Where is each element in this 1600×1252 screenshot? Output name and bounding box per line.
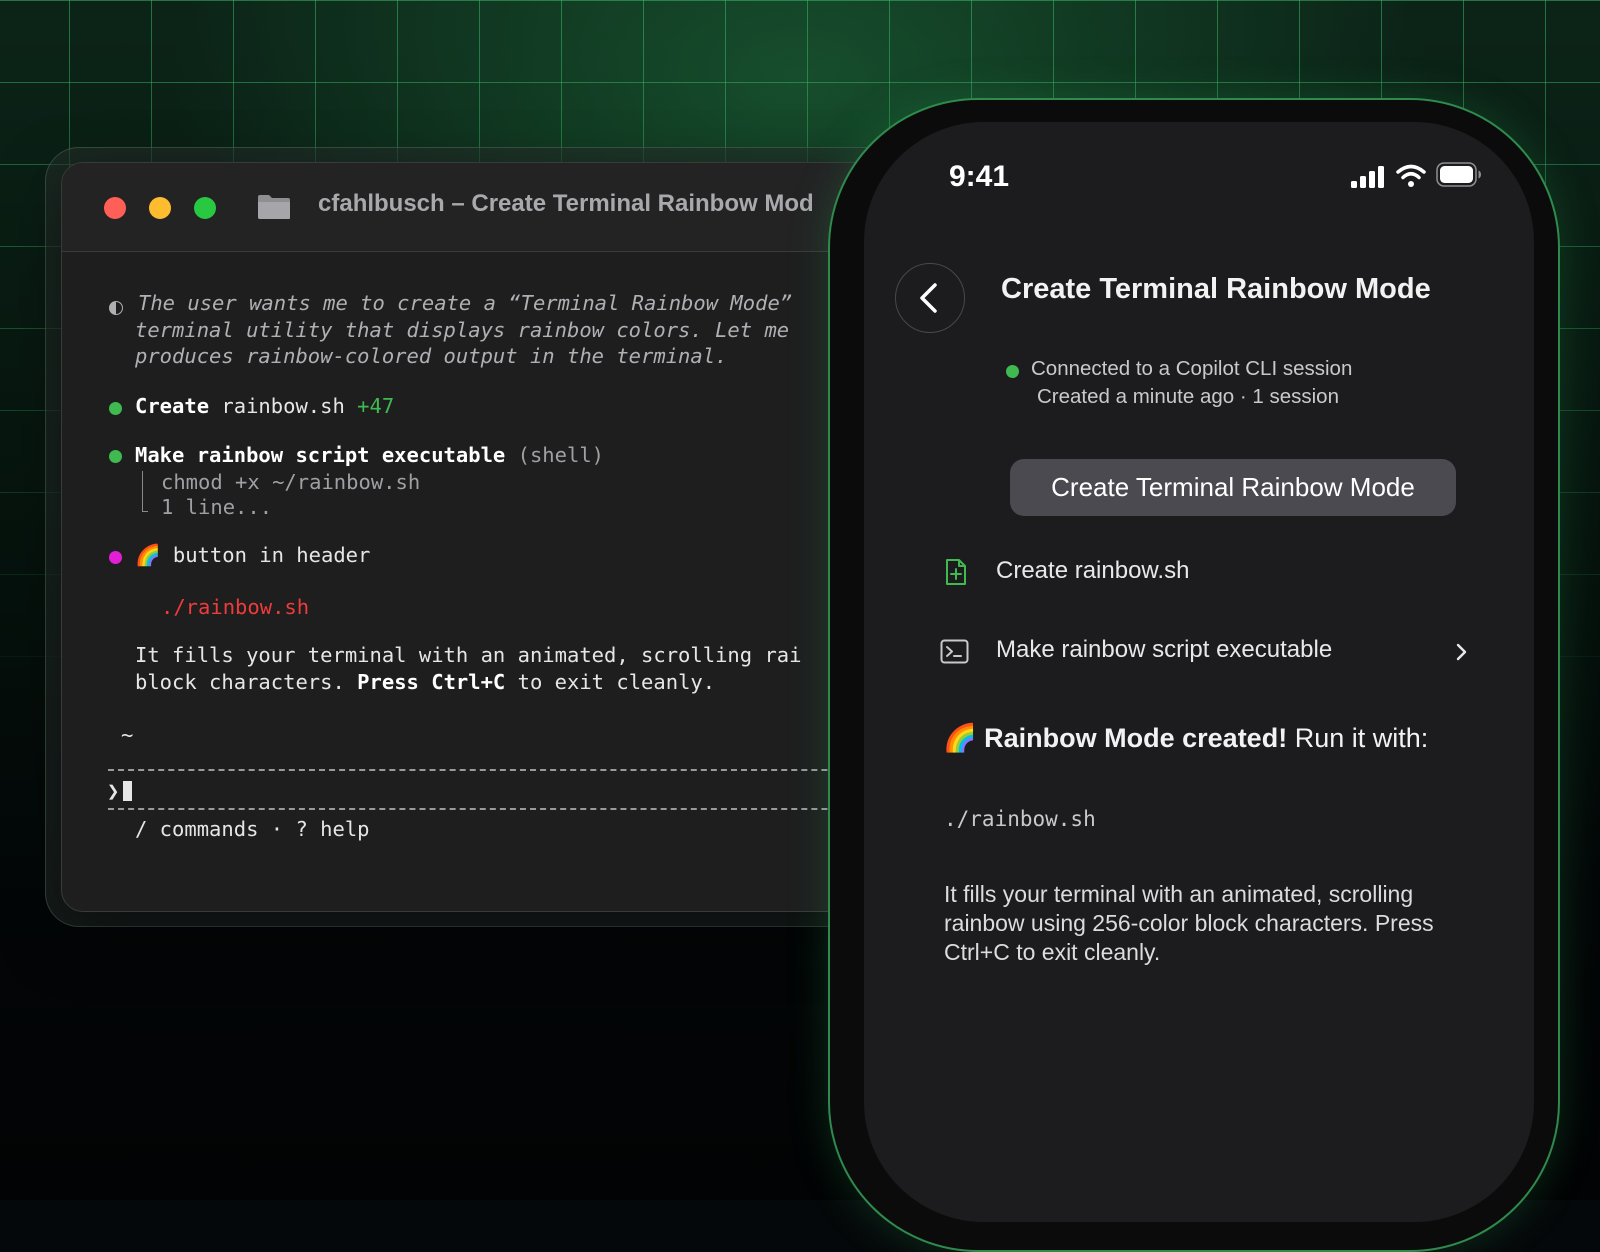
session-title: Create Terminal Rainbow Mode (1001, 273, 1431, 305)
prompt-input[interactable]: ❯ (107, 779, 133, 803)
text-cursor (123, 781, 133, 801)
help-hint: / commands · ? help (135, 817, 370, 841)
result-paragraph: It fills your terminal with an animated,… (944, 881, 1434, 965)
step-create-file: rainbow.sh (221, 394, 345, 418)
rainbow-icon: 🌈 (943, 723, 977, 753)
shell-more-lines[interactable]: 1 line... (161, 495, 272, 519)
battery-icon (1436, 162, 1481, 187)
step-create-verb: Create (135, 394, 210, 418)
step-shell-label: Make rainbow script executable (135, 443, 506, 467)
terminal-title: cfahlbusch – Create Terminal Rainbow Mod (318, 190, 814, 217)
input-divider-bottom (108, 808, 942, 810)
step-create-delta: +47 (357, 394, 395, 418)
step-shell-line: Make rainbow script executable (shell) (135, 443, 604, 467)
current-directory: ~ (121, 723, 134, 747)
code-snippet: ./rainbow.sh (944, 807, 1096, 831)
maximize-window-button[interactable] (194, 197, 216, 219)
thinking-line-3: produces rainbow-colored output in the t… (135, 344, 728, 368)
session-meta: Created a minute ago · 1 session (1037, 385, 1339, 408)
cellular-signal-icon (1351, 166, 1384, 188)
description-line-2: block characters. Press Ctrl+C to exit c… (135, 670, 715, 694)
tool-row-label: Create rainbow.sh (996, 557, 1190, 584)
tool-row-create-file[interactable]: Create rainbow.sh (934, 545, 1474, 601)
step-message-text: button in header (172, 543, 371, 567)
close-window-button[interactable] (104, 197, 126, 219)
connection-status-dot (1006, 365, 1019, 378)
tree-connector (142, 471, 143, 511)
prompt-chevron-icon: ❯ (107, 779, 120, 803)
status-dot-success (109, 402, 122, 415)
connection-status: Connected to a Copilot CLI session (1031, 357, 1353, 380)
chevron-left-icon (920, 283, 937, 313)
status-dot-message (109, 551, 122, 564)
thinking-line-1: The user wants me to create a “Terminal … (138, 291, 793, 315)
step-message-line: 🌈 button in header (135, 543, 370, 568)
tool-row-label: Make rainbow script executable (996, 636, 1333, 663)
shell-command: chmod +x ~/rainbow.sh (161, 470, 421, 494)
run-command: ./rainbow.sh (161, 595, 310, 619)
wifi-icon (1396, 164, 1426, 187)
result-heading: 🌈 Rainbow Mode created! Run it with: (943, 722, 1428, 754)
terminal-icon (940, 639, 969, 664)
description-text: block characters. (135, 670, 358, 694)
input-divider-top (108, 769, 942, 771)
rainbow-icon: 🌈 (135, 543, 161, 567)
tool-row-shell[interactable]: Make rainbow script executable (934, 624, 1474, 680)
thinking-line-2: terminal utility that displays rainbow c… (135, 318, 790, 342)
step-shell-kind: (shell) (517, 443, 605, 467)
chevron-right-icon (1456, 643, 1467, 661)
minimize-window-button[interactable] (149, 197, 171, 219)
step-create-line: Create rainbow.sh +47 (135, 394, 394, 418)
thinking-icon (109, 301, 123, 315)
status-time: 9:41 (949, 160, 1010, 193)
description-line-1: It fills your terminal with an animated,… (135, 643, 802, 667)
back-button[interactable] (895, 263, 965, 333)
terminal-titlebar: cfahlbusch – Create Terminal Rainbow Mod (62, 163, 942, 252)
description-shortcut: Press Ctrl+C (357, 670, 506, 694)
terminal-window: cfahlbusch – Create Terminal Rainbow Mod… (61, 162, 943, 912)
result-heading-rest: Run it with: (1287, 723, 1429, 753)
file-plus-icon (946, 559, 966, 585)
phone-screen: 9:41 Create Terminal Rainbow Mode Connec… (864, 122, 1534, 1222)
status-dot-success (109, 450, 122, 463)
tree-connector-end (142, 511, 148, 512)
folder-icon (258, 195, 290, 219)
result-heading-bold: Rainbow Mode created! (984, 723, 1288, 753)
user-message-bubble: Create Terminal Rainbow Mode (1010, 459, 1456, 516)
description-text-end: to exit cleanly. (505, 670, 716, 694)
